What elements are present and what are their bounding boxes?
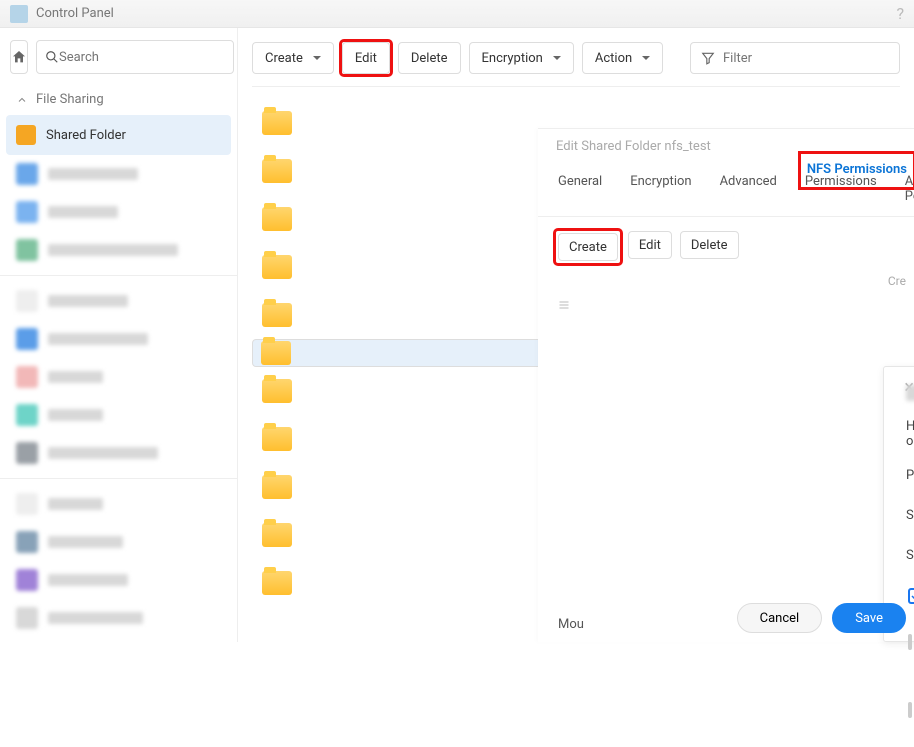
app-icon xyxy=(10,5,28,23)
sidebar-item-blur[interactable] xyxy=(0,396,237,434)
filter-input[interactable] xyxy=(723,51,889,66)
mount-label: Mou xyxy=(558,617,584,632)
section-header[interactable]: File Sharing xyxy=(0,84,237,115)
sidebar: File Sharing Shared Folder xyxy=(0,28,238,642)
sidebar-item-blur[interactable] xyxy=(0,155,237,193)
nfs-delete-button[interactable]: Delete xyxy=(680,231,739,259)
highlight-nfs-tab: NFS Permissions xyxy=(798,162,914,177)
label-squash: Squash: xyxy=(906,508,914,523)
folder-icon xyxy=(262,303,292,327)
titlebar: Control Panel ? xyxy=(0,0,914,28)
search-input[interactable] xyxy=(59,50,225,65)
help-icon[interactable]: ? xyxy=(896,4,904,23)
folder-icon xyxy=(262,475,292,499)
highlight-edit: Edit xyxy=(342,42,390,74)
sidebar-item-blur[interactable] xyxy=(0,282,237,320)
tab-encryption[interactable]: Encryption xyxy=(628,164,693,216)
sidebar-item-shared-folder[interactable]: Shared Folder xyxy=(6,115,231,155)
checkbox-async[interactable] xyxy=(908,588,914,604)
folder-icon xyxy=(262,427,292,451)
sidebar-item-blur[interactable] xyxy=(0,320,237,358)
checkbox-access-sub[interactable] xyxy=(908,702,912,718)
encryption-button[interactable]: Encryption xyxy=(469,42,574,74)
panel-toolbar: Create Edit Delete xyxy=(538,217,914,267)
label-security: Security: xyxy=(906,548,914,563)
section-label: File Sharing xyxy=(36,92,104,107)
sidebar-item-blur[interactable] xyxy=(0,358,237,396)
nfs-create-button[interactable]: Create xyxy=(558,233,618,261)
sidebar-item-blur[interactable] xyxy=(0,599,237,637)
save-button[interactable]: Save xyxy=(832,603,906,633)
nfs-edit-button[interactable]: Edit xyxy=(628,231,672,259)
sidebar-item-blur[interactable] xyxy=(0,434,237,472)
main-toolbar: Create Edit Delete Encryption Action xyxy=(252,42,900,74)
sidebar-item-label: Shared Folder xyxy=(46,128,126,143)
nfs-rule-modal: × Hostname or IP: i Privilege: Read/Writ… xyxy=(883,366,914,642)
app-title: Control Panel xyxy=(36,6,114,21)
tab-advanced[interactable]: Advanced xyxy=(718,164,779,216)
folder-icon xyxy=(261,341,291,365)
cancel-button[interactable]: Cancel xyxy=(737,603,823,633)
tab-general[interactable]: General xyxy=(556,164,604,216)
label-privilege: Privilege: xyxy=(906,468,914,483)
folder-icon xyxy=(262,571,292,595)
folder-icon xyxy=(262,255,292,279)
tabs: General Encryption Advanced Permissions … xyxy=(538,164,914,217)
sidebar-item-blur[interactable] xyxy=(0,561,237,599)
create-button[interactable]: Create xyxy=(252,42,334,74)
search-icon xyxy=(45,50,59,64)
sidebar-item-blur[interactable] xyxy=(0,523,237,561)
cre-hint: Cre xyxy=(888,274,906,288)
folder-icon xyxy=(262,523,292,547)
delete-button[interactable]: Delete xyxy=(398,42,461,74)
search-input-wrap[interactable] xyxy=(36,40,234,74)
action-button[interactable]: Action xyxy=(582,42,663,74)
folder-icon xyxy=(262,379,292,403)
sidebar-item-blur[interactable] xyxy=(0,231,237,269)
modal-title-blur xyxy=(906,385,914,401)
sidebar-item-blur[interactable] xyxy=(0,193,237,231)
folder-icon xyxy=(262,159,292,183)
filter-icon xyxy=(701,51,715,65)
home-button[interactable] xyxy=(10,40,28,74)
drag-handle-icon[interactable] xyxy=(558,299,578,311)
sidebar-item-blur[interactable] xyxy=(0,485,237,523)
folder-icon xyxy=(262,207,292,231)
tab-nfs-permissions[interactable]: NFS Permissions xyxy=(807,162,907,177)
filter-input-wrap[interactable] xyxy=(690,42,900,74)
highlight-create: Create xyxy=(556,231,620,263)
content-area: Create Edit Delete Encryption Action xyxy=(238,28,914,642)
chevron-up-icon xyxy=(16,94,28,106)
folder-icon xyxy=(262,111,292,135)
edit-button[interactable]: Edit xyxy=(342,42,390,74)
label-hostname: Hostname or IP: xyxy=(906,419,914,449)
edit-panel: Edit Shared Folder nfs_test General Encr… xyxy=(538,128,914,642)
shared-folder-icon xyxy=(16,125,36,145)
